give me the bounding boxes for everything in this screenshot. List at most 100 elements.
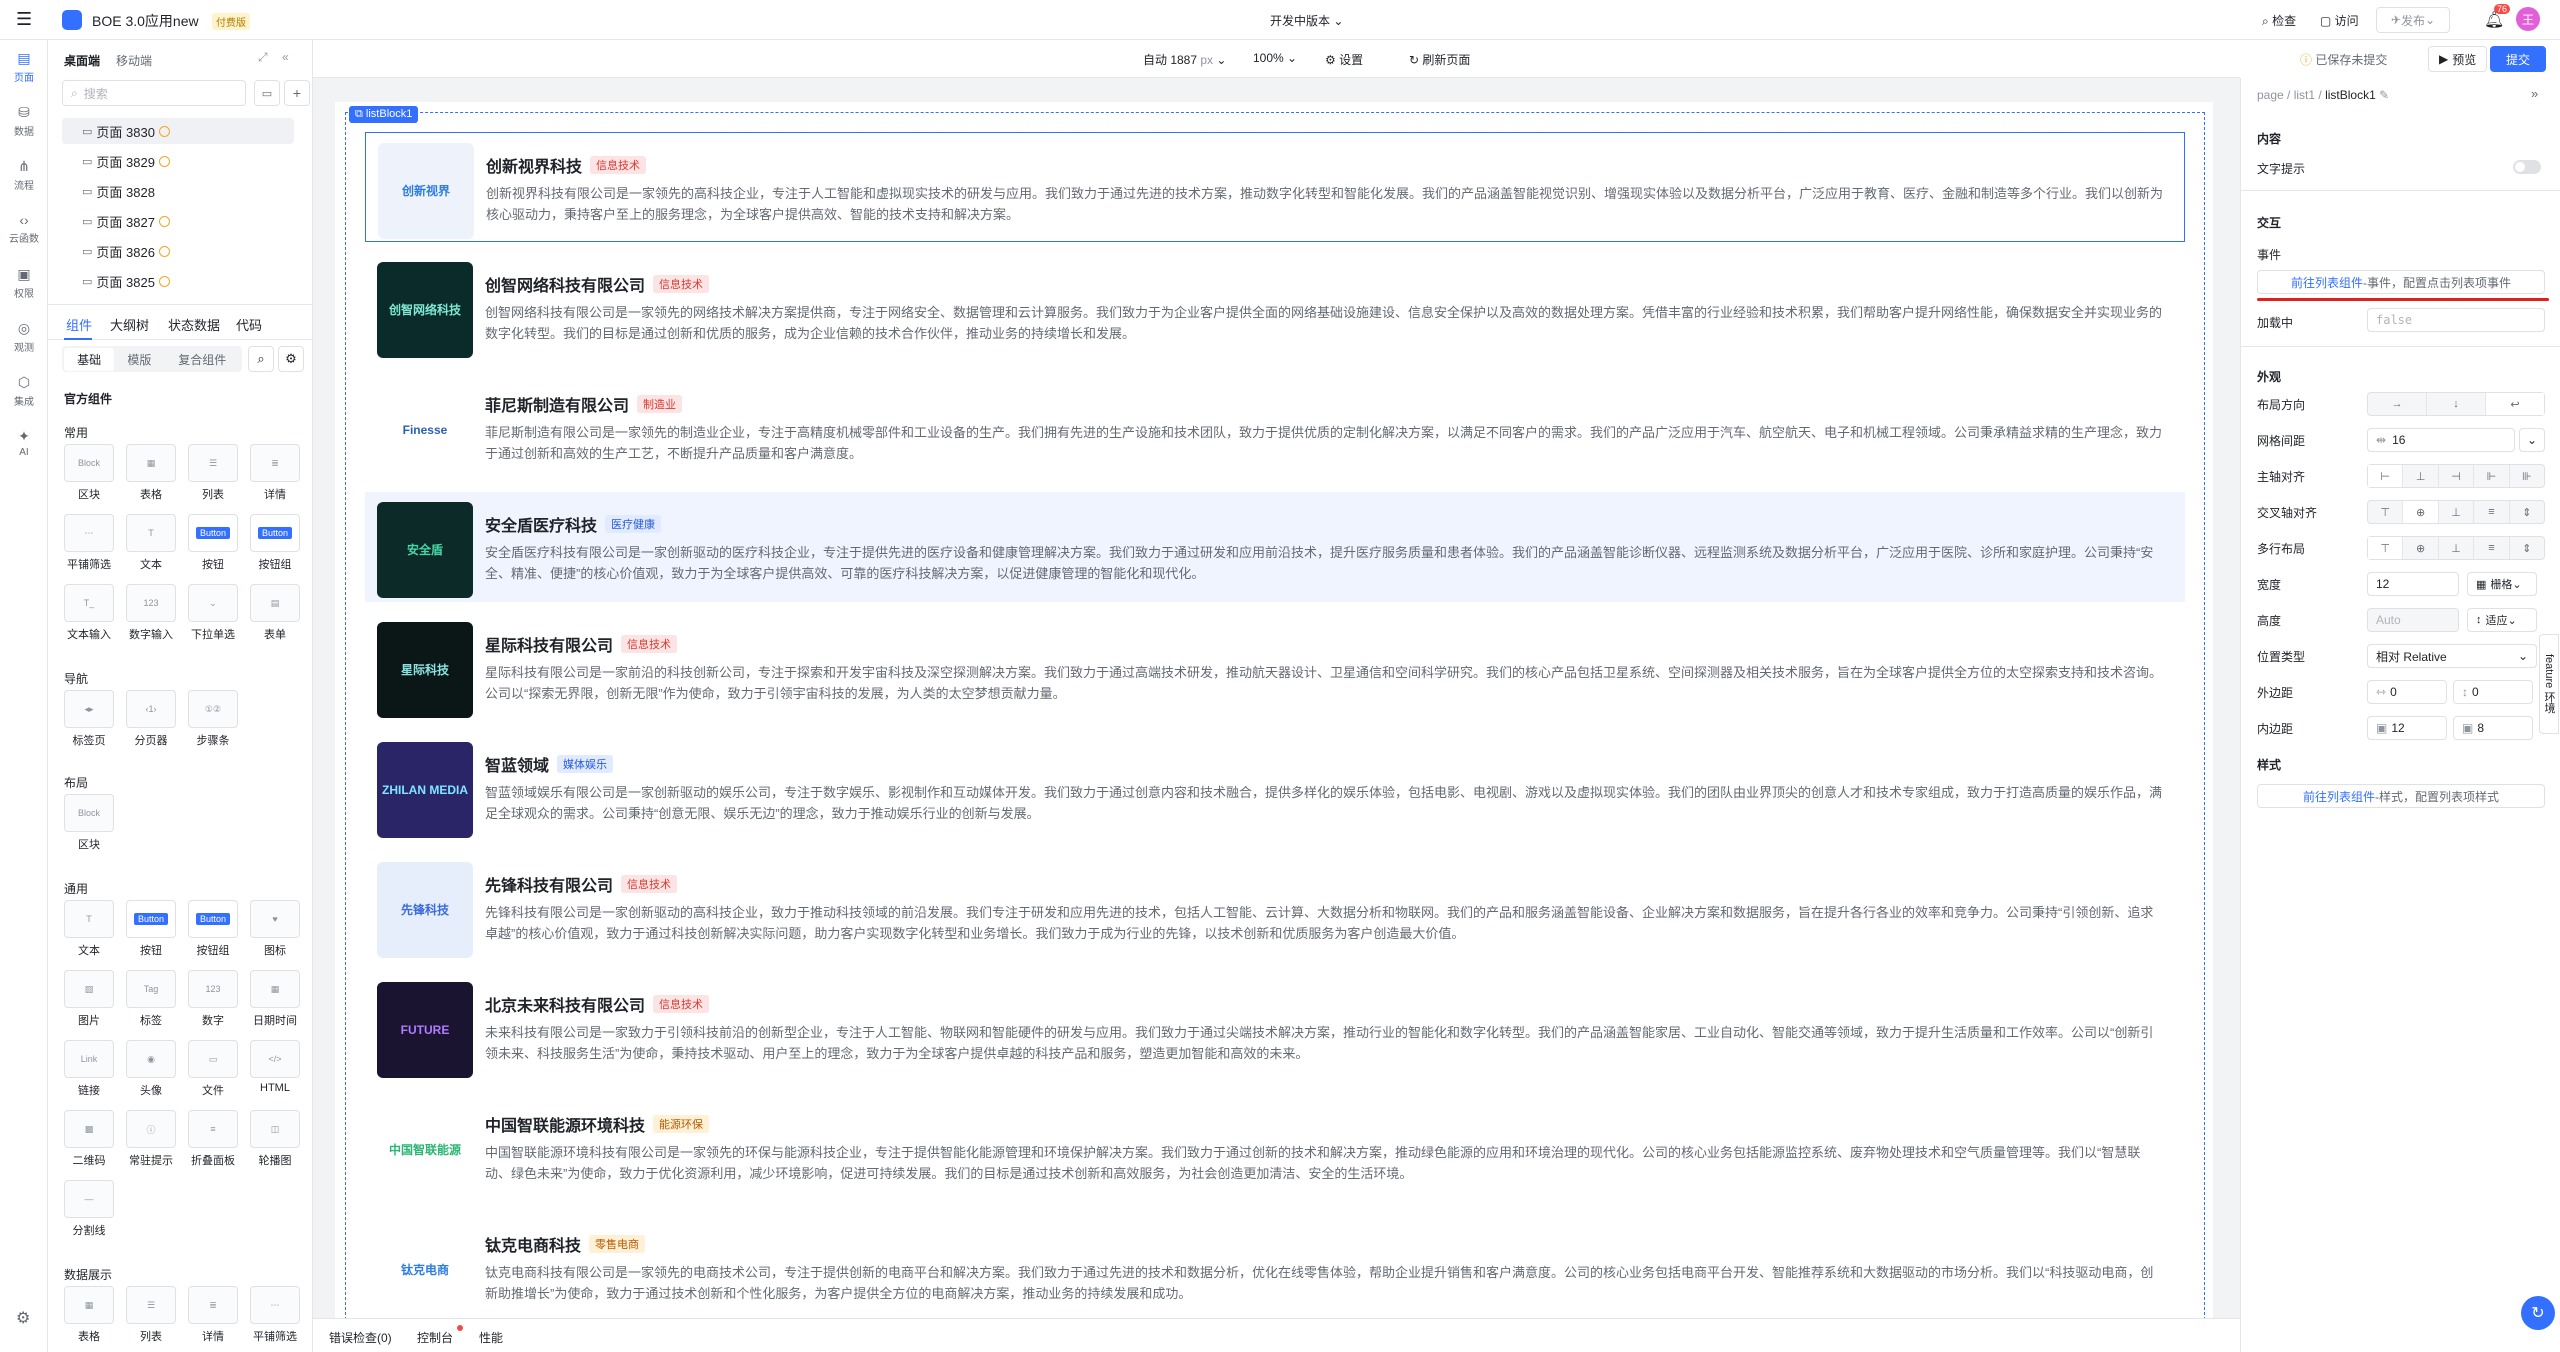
avatar[interactable]: 王 xyxy=(2516,7,2540,31)
folder-icon[interactable]: ▭ xyxy=(254,80,280,106)
settings-gear-icon[interactable]: ⚙ xyxy=(16,1308,30,1328)
publish-button[interactable]: ✈ 发布 ⌄ xyxy=(2376,7,2450,33)
tab-state-data[interactable]: 状态数据 xyxy=(168,315,220,334)
component-二维码[interactable]: ▩ 二维码 xyxy=(62,1110,116,1168)
component-文本[interactable]: T 文本 xyxy=(62,900,116,958)
component-图标[interactable]: ♥ 图标 xyxy=(248,900,302,958)
component-数字[interactable]: 123 数字 xyxy=(186,970,240,1028)
rail-permission[interactable]: ▣ 权限 xyxy=(0,266,48,300)
width-unit-select[interactable]: ▦ 栅格 ⌄ xyxy=(2467,572,2537,596)
component-按钮[interactable]: Button 按钮 xyxy=(124,900,178,958)
height-unit-select[interactable]: ↕ 适应 ⌄ xyxy=(2467,608,2537,632)
direction-row-icon[interactable]: → xyxy=(2368,393,2427,415)
cross-start-icon[interactable]: ⊤ xyxy=(2368,501,2404,523)
list-item[interactable]: 先锋科技 先锋科技有限公司 信息技术 先锋科技有限公司是一家创新驱动的高科技企业，致力… xyxy=(365,852,2185,962)
direction-column-icon[interactable]: ↓ xyxy=(2427,393,2486,415)
rail-page[interactable]: ▤ 页面 xyxy=(0,50,48,84)
component-文本[interactable]: T 文本 xyxy=(124,514,178,572)
component-表单[interactable]: ▤ 表单 xyxy=(248,584,302,642)
menu-icon[interactable]: ☰ xyxy=(16,9,32,30)
page-item[interactable]: ▭ 页面 3825 xyxy=(62,268,294,294)
feature-env-tab[interactable]: feature 环境 xyxy=(2539,634,2559,734)
tab-outline[interactable]: 大纲树 xyxy=(110,315,149,334)
component-详情[interactable]: ≣ 详情 xyxy=(248,444,302,502)
list-item[interactable]: 安全盾 安全盾医疗科技 医疗健康 安全盾医疗科技有限公司是一家创新驱动的医疗科技企业，… xyxy=(365,492,2185,602)
width-input[interactable]: 12 xyxy=(2367,572,2459,596)
align-around-icon[interactable]: ⊪ xyxy=(2510,465,2544,487)
tab-desktop[interactable]: 桌面端 xyxy=(64,52,100,69)
component-settings-icon[interactable]: ⚙ xyxy=(278,346,304,372)
wrap-center-icon[interactable]: ⊕ xyxy=(2403,537,2439,559)
component-文本输入[interactable]: T_ 文本输入 xyxy=(62,584,116,642)
rail-cloud-function[interactable]: ‹› 云函数 xyxy=(0,212,48,245)
component-头像[interactable]: ◉ 头像 xyxy=(124,1040,178,1098)
width-select[interactable]: 自动 1887 px ⌄ xyxy=(1143,51,1226,68)
padding-y-input[interactable]: ▣ 8 xyxy=(2453,716,2533,740)
component-按钮[interactable]: Button 按钮 xyxy=(186,514,240,572)
component-文件[interactable]: ▭ 文件 xyxy=(186,1040,240,1098)
component-详情[interactable]: ≣ 详情 xyxy=(186,1286,240,1344)
version-dropdown[interactable]: 开发中版本 ⌄ xyxy=(1270,12,1343,29)
tab-code[interactable]: 代码 xyxy=(236,315,262,334)
page-item[interactable]: ▭ 页面 3826 xyxy=(62,238,294,264)
wrap-end-icon[interactable]: ⊥ xyxy=(2439,537,2475,559)
component-平铺筛选[interactable]: ⋯ 平铺筛选 xyxy=(62,514,116,572)
page-item[interactable]: ▭ 页面 3827 xyxy=(62,208,294,234)
add-page-icon[interactable]: + xyxy=(284,80,310,106)
align-between-icon[interactable]: ⊩ xyxy=(2474,465,2510,487)
text-hint-toggle[interactable] xyxy=(2513,160,2541,174)
component-按钮组[interactable]: Button 按钮组 xyxy=(248,514,302,572)
list-item[interactable]: 中国智联能源 中国智联能源环境科技 能源环保 中国智联能源环境科技有限公司是一家领先的… xyxy=(365,1092,2185,1202)
list-item[interactable]: ZHILAN MEDIA 智蓝领域 媒体娱乐 智蓝领域娱乐有限公司是一家创新驱动的娱乐… xyxy=(365,732,2185,842)
help-float-icon[interactable]: ↻ xyxy=(2521,1296,2555,1330)
rail-observe[interactable]: ◎ 观测 xyxy=(0,320,48,354)
component-折叠面板[interactable]: ≡ 折叠面板 xyxy=(186,1110,240,1168)
tab-components[interactable]: 组件 xyxy=(66,315,92,334)
position-select[interactable]: 相对 Relative ⌄ xyxy=(2367,644,2537,668)
canvas-settings-button[interactable]: ⚙ 设置 xyxy=(1325,51,1363,68)
component-日期时间[interactable]: ▦ 日期时间 xyxy=(248,970,302,1028)
margin-y-input[interactable]: ↕ 0 xyxy=(2453,680,2533,704)
cross-end-icon[interactable]: ⊥ xyxy=(2439,501,2475,523)
breadcrumb-item[interactable]: list1 xyxy=(2294,88,2315,102)
rail-integrate[interactable]: ⬡ 集成 xyxy=(0,374,48,408)
wrap-around-icon[interactable]: ⇕ xyxy=(2510,537,2544,559)
component-按钮组[interactable]: Button 按钮组 xyxy=(186,900,240,958)
cross-center-icon[interactable]: ⊕ xyxy=(2403,501,2439,523)
list-item[interactable]: 创新视界 创新视界科技 信息技术 创新视界科技有限公司是一家领先的高科技企业，专注于人… xyxy=(365,132,2185,242)
performance-tab[interactable]: 性能 xyxy=(479,1329,503,1346)
margin-x-input[interactable]: ⇿ 0 xyxy=(2367,680,2447,704)
rail-flow[interactable]: ⋔ 流程 xyxy=(0,158,48,192)
component-平铺筛选[interactable]: ⋯ 平铺筛选 xyxy=(248,1286,302,1344)
selected-component-label[interactable]: ⧉ listBlock1 xyxy=(349,106,419,123)
padding-x-input[interactable]: ▣ 12 xyxy=(2367,716,2447,740)
zoom-select[interactable]: 100% ⌄ xyxy=(1253,51,1297,65)
align-start-icon[interactable]: ⊢ xyxy=(2368,465,2404,487)
expand-icon[interactable]: ⤢ xyxy=(258,50,268,65)
height-input[interactable]: Auto xyxy=(2367,608,2459,632)
component-标签页[interactable]: ◂▸ 标签页 xyxy=(62,690,116,748)
component-数字输入[interactable]: 123 数字输入 xyxy=(124,584,178,642)
rail-ai[interactable]: ✦ AI xyxy=(0,428,48,458)
list-item[interactable]: 创智网络科技 创智网络科技有限公司 信息技术 创智网络科技有限公司是一家领先的网络技术… xyxy=(365,252,2185,362)
page-search[interactable]: ⌕ 搜索 xyxy=(62,80,246,106)
page-item[interactable]: ▭ 页面 3829 xyxy=(62,148,294,174)
align-center-icon[interactable]: ⊥ xyxy=(2403,465,2439,487)
component-表格[interactable]: ▦ 表格 xyxy=(124,444,178,502)
page-item[interactable]: ▭ 页面 3830 xyxy=(62,118,294,144)
submit-button[interactable]: 提交 xyxy=(2490,46,2546,72)
list-item[interactable]: FUTURE 北京未来科技有限公司 信息技术 未来科技有限公司是一家致力于引领科技前沿… xyxy=(365,972,2185,1082)
component-常驻提示[interactable]: ⓘ 常驻提示 xyxy=(124,1110,178,1168)
event-config-link[interactable]: 前往列表组件 -事件，配置点击列表项事件 xyxy=(2257,270,2545,294)
wrap-between-icon[interactable]: ≡ xyxy=(2474,537,2510,559)
tab-mobile[interactable]: 移动端 xyxy=(116,52,152,69)
breadcrumb-item[interactable]: page xyxy=(2257,88,2284,102)
preview-button[interactable]: ▶ 预览 xyxy=(2428,46,2488,72)
collapse-icon[interactable]: « xyxy=(282,50,289,64)
component-区块[interactable]: Block 区块 xyxy=(62,444,116,502)
loading-input[interactable]: false xyxy=(2367,308,2545,332)
grid-gap-input[interactable]: ⇹ 16 xyxy=(2367,428,2515,452)
component-标签[interactable]: Tag 标签 xyxy=(124,970,178,1028)
component-链接[interactable]: Link 链接 xyxy=(62,1040,116,1098)
style-config-link[interactable]: 前往列表组件 -样式，配置列表项样式 xyxy=(2257,784,2545,808)
